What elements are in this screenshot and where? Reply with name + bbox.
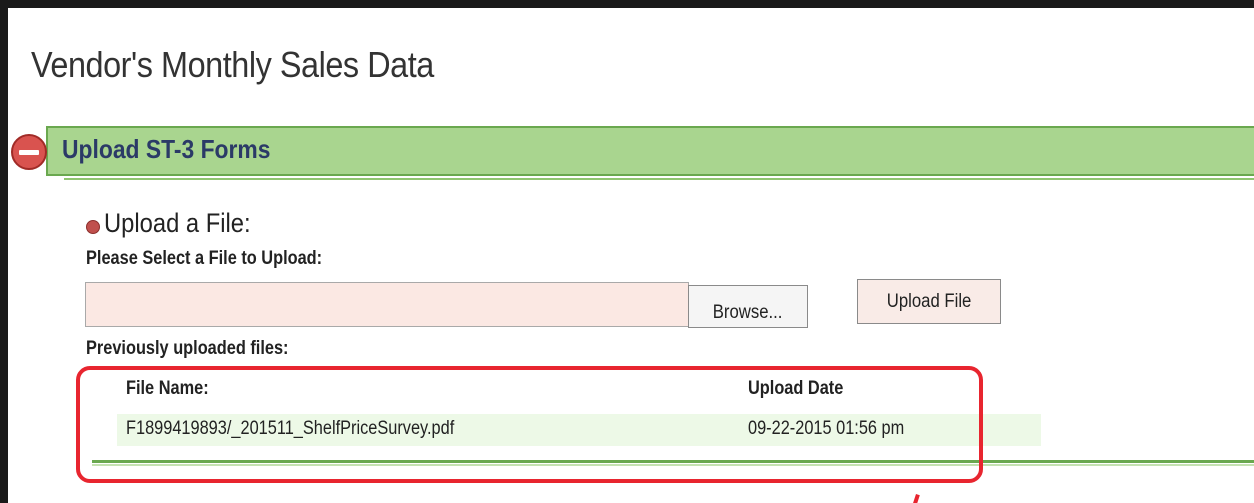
browse-button[interactable]: Browse... — [688, 285, 808, 328]
section-title: Upload ST-3 Forms — [62, 134, 271, 164]
upload-file-button[interactable]: Upload File — [857, 279, 1001, 324]
section-divider — [64, 178, 1254, 180]
file-path-input[interactable] — [85, 282, 689, 327]
annotation-arrow-line — [906, 494, 920, 503]
browse-button-label: Browse... — [713, 301, 783, 323]
page-frame: Vendor's Monthly Sales Data Upload ST-3 … — [8, 8, 1254, 503]
upload-file-button-label: Upload File — [886, 290, 972, 312]
previous-files-label: Previously uploaded files: — [86, 338, 289, 359]
bullet-icon — [86, 220, 100, 234]
upload-prompt: Please Select a File to Upload: — [86, 248, 323, 269]
minus-circle-icon[interactable] — [11, 134, 47, 170]
annotation-highlight-box — [76, 366, 983, 483]
page-title: Vendor's Monthly Sales Data — [31, 44, 434, 85]
upload-heading: Upload a File: — [104, 208, 251, 238]
